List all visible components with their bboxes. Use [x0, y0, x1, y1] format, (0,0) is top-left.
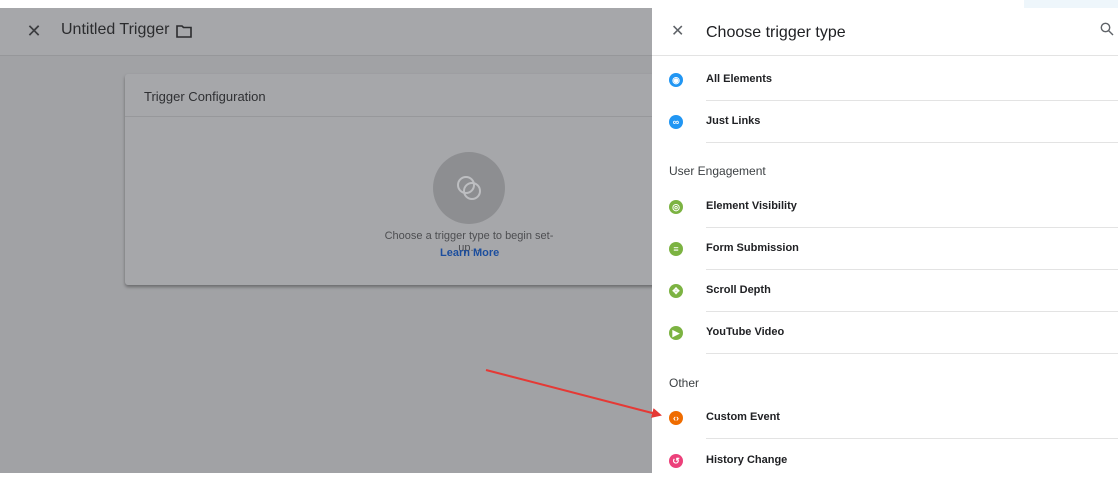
learn-more-link[interactable]: Learn More	[440, 247, 499, 259]
card-title: Trigger Configuration	[144, 89, 266, 104]
close-icon[interactable]: ✕	[24, 19, 44, 43]
divider	[706, 438, 1118, 439]
trigger-type-label: Element Visibility	[706, 200, 797, 212]
editor-header: ✕ Untitled Trigger	[0, 8, 652, 56]
trigger-type-panel: ✕ Choose trigger type ◉ All Elements ∞ J…	[652, 0, 1118, 473]
panel-header: ✕ Choose trigger type	[652, 0, 1118, 56]
trigger-type-just-links[interactable]: ∞ Just Links	[652, 101, 1118, 143]
panel-title: Choose trigger type	[706, 24, 846, 41]
trigger-type-form-submission[interactable]: ≡ Form Submission	[652, 228, 1118, 270]
form-check-icon: ≡	[669, 242, 683, 256]
trigger-type-element-visibility[interactable]: ◎ Element Visibility	[652, 186, 1118, 228]
trigger-editor: ✕ Untitled Trigger Trigger Configuration…	[0, 8, 652, 473]
cursor-click-icon: ◉	[669, 73, 683, 87]
section-heading-other: Other	[669, 376, 700, 390]
trigger-type-label: All Elements	[706, 73, 773, 85]
trigger-type-label: History Change	[706, 454, 788, 466]
trigger-type-history-change[interactable]: ↺ History Change	[652, 440, 1118, 482]
trigger-type-label: Just Links	[706, 115, 761, 127]
eye-icon: ◎	[669, 200, 683, 214]
search-icon[interactable]	[1100, 22, 1114, 36]
trigger-type-custom-event[interactable]: ‹› Custom Event	[652, 397, 1118, 439]
trigger-type-scroll-depth[interactable]: ✥ Scroll Depth	[652, 270, 1118, 312]
trigger-type-youtube-video[interactable]: ▶ YouTube Video	[652, 312, 1118, 354]
trigger-type-label: Form Submission	[706, 242, 799, 254]
divider	[706, 353, 1118, 354]
trigger-type-all-elements[interactable]: ◉ All Elements	[652, 59, 1118, 101]
trigger-type-label: Custom Event	[706, 411, 780, 423]
trigger-placeholder-icon[interactable]	[433, 152, 505, 224]
trigger-type-label: YouTube Video	[706, 326, 785, 338]
scroll-arrows-icon: ✥	[669, 284, 683, 298]
divider	[706, 142, 1118, 143]
history-icon: ↺	[669, 454, 683, 468]
close-icon[interactable]: ✕	[671, 22, 684, 42]
play-icon: ▶	[669, 326, 683, 340]
link-icon: ∞	[669, 115, 683, 129]
trigger-type-label: Scroll Depth	[706, 284, 771, 296]
folder-icon[interactable]	[176, 24, 192, 38]
code-brackets-icon: ‹›	[669, 411, 683, 425]
card-header: Trigger Configuration	[125, 74, 652, 117]
trigger-configuration-card[interactable]: Trigger Configuration Choose a trigger t…	[125, 74, 652, 285]
trigger-title[interactable]: Untitled Trigger	[61, 21, 170, 39]
section-heading-user-engagement: User Engagement	[669, 164, 766, 178]
